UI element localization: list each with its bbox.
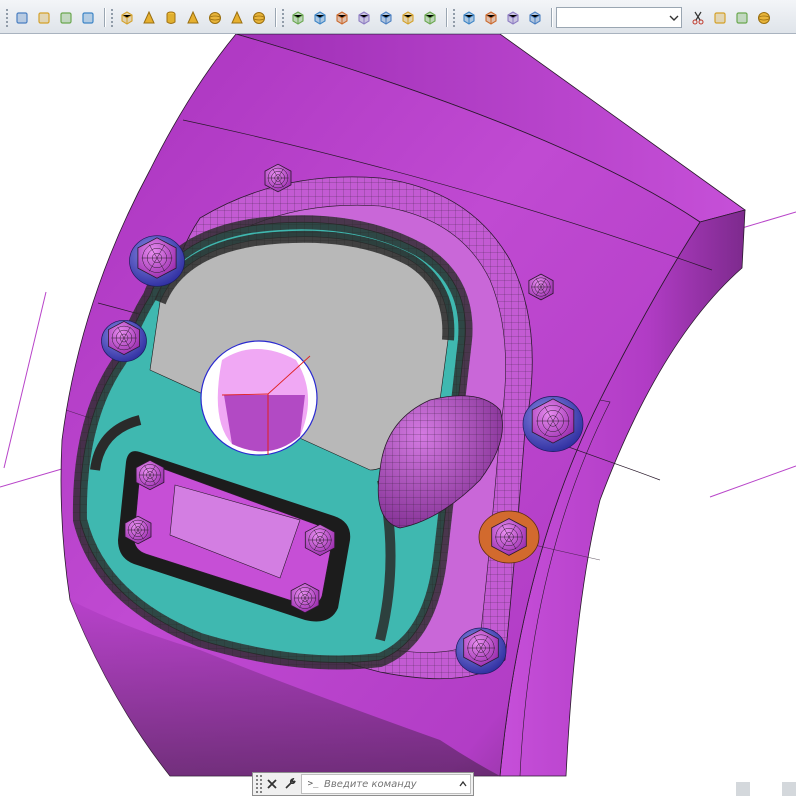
toolbar-separator (104, 8, 105, 27)
toolbar-row (4, 7, 608, 28)
toolbar-group-visual-styles (4, 7, 100, 28)
toolbar-grip[interactable] (281, 8, 285, 27)
drag-handle[interactable] (255, 774, 263, 794)
front-view-icon[interactable] (398, 8, 418, 28)
toolbar-separator (446, 8, 447, 27)
chevron-down-icon[interactable] (667, 8, 681, 27)
bottom-view-icon[interactable] (332, 8, 352, 28)
bolt-orange[interactable] (478, 510, 540, 564)
command-line: >_ (252, 772, 474, 796)
wrench-icon[interactable] (281, 774, 299, 794)
2d-wireframe-icon[interactable] (12, 8, 32, 28)
toolbar-right-group (688, 7, 776, 28)
top-toolbar (0, 0, 796, 34)
command-input-wrap: >_ (301, 774, 471, 794)
chevron-up-icon[interactable] (456, 775, 470, 793)
realistic-icon[interactable] (78, 8, 98, 28)
toolbar-group-views (280, 7, 442, 28)
toolbar-group-isometric (451, 7, 547, 28)
bolt-upper-left[interactable] (129, 235, 185, 287)
wedge-icon[interactable] (139, 8, 159, 28)
close-icon[interactable] (263, 774, 281, 794)
status-indicator (782, 782, 796, 796)
cone-icon[interactable] (183, 8, 203, 28)
match-properties-icon[interactable] (732, 8, 752, 28)
toolbar-separator (275, 8, 276, 27)
scissors-icon[interactable] (688, 8, 708, 28)
right-view-icon[interactable] (376, 8, 396, 28)
cad-application: >_ (0, 0, 796, 800)
ne-iso-icon[interactable] (503, 8, 523, 28)
toolbar-separator (551, 8, 552, 27)
left-view-icon[interactable] (354, 8, 374, 28)
toolbar-grip[interactable] (110, 8, 114, 27)
toolbar-grip[interactable] (5, 8, 9, 27)
prompt-icon: >_ (307, 779, 319, 789)
box-icon[interactable] (117, 8, 137, 28)
view-dropdown[interactable] (556, 7, 682, 28)
status-indicator (736, 782, 750, 796)
3d-viewport[interactable] (0, 34, 796, 778)
bolt-lower-right[interactable] (455, 627, 507, 675)
sw-iso-icon[interactable] (459, 8, 479, 28)
toolbar-grip[interactable] (452, 8, 456, 27)
top-view-icon[interactable] (310, 8, 330, 28)
model-canvas[interactable] (0, 34, 796, 778)
torus-icon[interactable] (249, 8, 269, 28)
back-view-icon[interactable] (420, 8, 440, 28)
command-input[interactable] (324, 776, 456, 792)
nw-iso-icon[interactable] (525, 8, 545, 28)
bolt-left[interactable] (101, 319, 147, 363)
3d-wireframe-icon[interactable] (34, 8, 54, 28)
pyramid-icon[interactable] (227, 8, 247, 28)
color-wheel-icon[interactable] (754, 8, 774, 28)
se-iso-icon[interactable] (481, 8, 501, 28)
toolbar-group-3d-primitives (109, 7, 271, 28)
sphere-icon[interactable] (205, 8, 225, 28)
bore-hole[interactable] (200, 340, 318, 456)
bolt-right[interactable] (522, 396, 584, 452)
named-views-icon[interactable] (288, 8, 308, 28)
cylinder-icon[interactable] (161, 8, 181, 28)
hidden-icon[interactable] (56, 8, 76, 28)
paste-icon[interactable] (710, 8, 730, 28)
